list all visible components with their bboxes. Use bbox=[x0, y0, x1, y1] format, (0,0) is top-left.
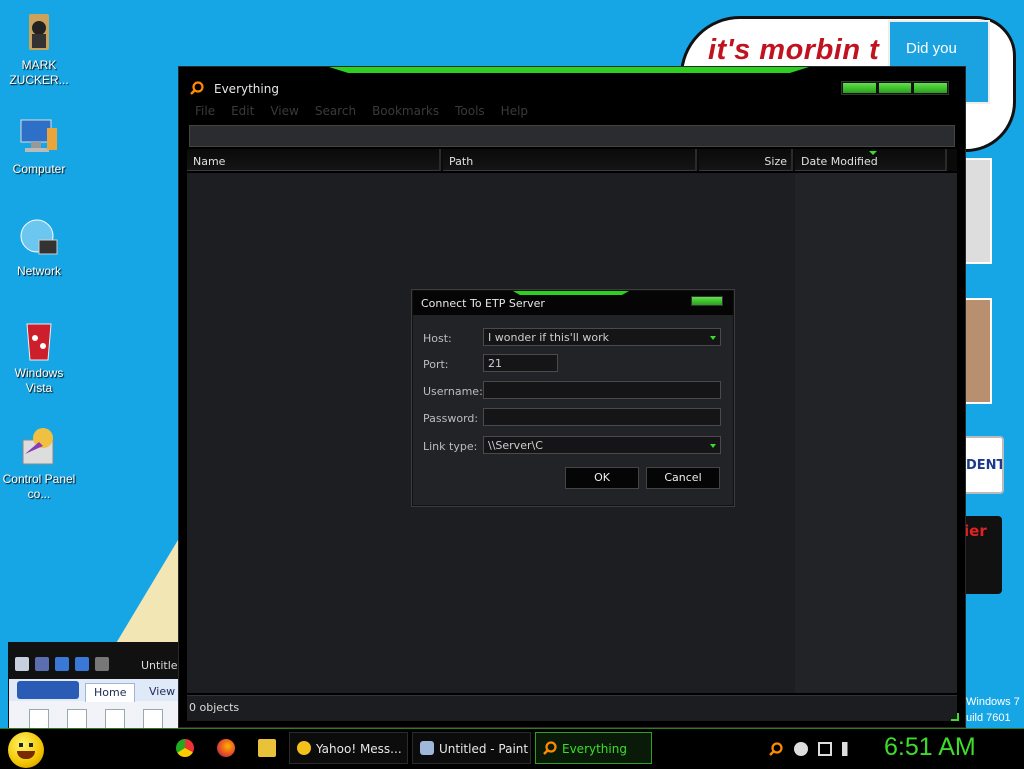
results-date-column bbox=[795, 173, 957, 693]
chrome-icon[interactable] bbox=[176, 739, 194, 757]
resize-grip-icon[interactable] bbox=[951, 713, 959, 721]
port-label: Port: bbox=[423, 358, 449, 371]
menu-file[interactable]: File bbox=[187, 101, 223, 121]
dialog-top-glow bbox=[513, 291, 629, 295]
taskbar-yahoo-messenger[interactable]: Yahoo! Mess... bbox=[289, 732, 408, 764]
quick-access-toolbar bbox=[15, 657, 109, 671]
window-title: Everything bbox=[214, 82, 279, 96]
paint-window[interactable]: Untitled Home View bbox=[8, 642, 185, 734]
menu-search[interactable]: Search bbox=[307, 101, 364, 121]
host-value: I wonder if this'll work bbox=[488, 331, 609, 344]
crop-icon[interactable] bbox=[143, 709, 163, 729]
results-header: Name Path Size Date Modified bbox=[187, 149, 957, 171]
status-bar: 0 objects bbox=[187, 695, 957, 721]
save-icon[interactable] bbox=[35, 657, 49, 671]
link-type-select[interactable]: \\Server\C bbox=[483, 436, 721, 454]
recycle-bin-icon bbox=[17, 318, 61, 362]
host-combobox[interactable]: I wonder if this'll work bbox=[483, 328, 721, 346]
network-tray-icon[interactable] bbox=[818, 742, 832, 756]
cut-icon[interactable] bbox=[67, 709, 87, 729]
paint-menu-button[interactable] bbox=[17, 681, 79, 699]
paint-icon bbox=[420, 741, 434, 755]
smiley-eyes-icon bbox=[19, 743, 33, 747]
background-student-sign: DENT bbox=[962, 436, 1004, 494]
menu-view[interactable]: View bbox=[262, 101, 306, 121]
password-field[interactable] bbox=[483, 408, 721, 426]
ok-button[interactable]: OK bbox=[565, 467, 639, 489]
sort-indicator-icon bbox=[869, 151, 877, 155]
yahoo-smiley-icon bbox=[297, 741, 311, 755]
desktop-icon-control-panel[interactable]: Control Panel co... bbox=[0, 424, 78, 502]
connect-etp-dialog[interactable]: Connect To ETP Server Host: I wonder if … bbox=[412, 290, 734, 506]
computer-icon bbox=[17, 114, 61, 158]
folder-icon bbox=[17, 10, 61, 54]
desktop-icon-mark-zucker[interactable]: MARK ZUCKER... bbox=[0, 10, 78, 88]
window-controls bbox=[841, 81, 949, 95]
taskbar-everything[interactable]: Everything bbox=[535, 732, 652, 764]
desktop-icon-network[interactable]: Network bbox=[0, 216, 78, 279]
background-red-sign: ier bbox=[960, 516, 1002, 594]
background-morbin-text: it's morbin t bbox=[708, 34, 880, 66]
username-field[interactable] bbox=[483, 381, 721, 399]
username-label: Username: bbox=[423, 385, 483, 398]
password-label: Password: bbox=[423, 412, 479, 425]
network-globe-icon bbox=[17, 216, 61, 260]
cancel-button[interactable]: Cancel bbox=[646, 467, 720, 489]
customize-dropdown-icon[interactable] bbox=[95, 657, 109, 671]
messenger-tray-icon[interactable] bbox=[794, 742, 808, 756]
undo-icon[interactable] bbox=[55, 657, 69, 671]
tab-home[interactable]: Home bbox=[85, 683, 136, 702]
start-button[interactable] bbox=[8, 732, 44, 768]
paint-tools bbox=[29, 709, 163, 729]
menu-help[interactable]: Help bbox=[493, 101, 536, 121]
background-photo bbox=[962, 298, 992, 404]
folder-icon[interactable] bbox=[258, 739, 276, 757]
port-field[interactable]: 21 bbox=[483, 354, 558, 372]
column-path[interactable]: Path bbox=[443, 149, 697, 171]
control-panel-icon bbox=[17, 424, 61, 468]
background-photo bbox=[962, 158, 992, 264]
everything-logo-icon bbox=[543, 741, 557, 755]
maximize-button[interactable] bbox=[878, 83, 912, 93]
taskbar: Yahoo! Mess... Untitled - Paint Everythi… bbox=[0, 728, 1024, 769]
host-label: Host: bbox=[423, 332, 452, 345]
menu-edit[interactable]: Edit bbox=[223, 101, 262, 121]
paint-app-icon bbox=[15, 657, 29, 671]
tab-view[interactable]: View bbox=[141, 683, 183, 701]
minimize-button[interactable] bbox=[843, 83, 876, 93]
close-button[interactable] bbox=[914, 83, 948, 93]
column-size[interactable]: Size bbox=[699, 149, 793, 171]
desktop-icon-windows-vista[interactable]: Windows Vista bbox=[0, 318, 78, 396]
paste-icon[interactable] bbox=[29, 709, 49, 729]
search-input[interactable] bbox=[189, 125, 955, 147]
paint-titlebar[interactable]: Untitled bbox=[9, 643, 185, 683]
chevron-down-icon[interactable] bbox=[710, 336, 716, 340]
dialog-close-button[interactable] bbox=[691, 296, 723, 306]
window-top-glow bbox=[329, 67, 809, 73]
volume-icon[interactable] bbox=[842, 742, 856, 756]
chevron-down-icon[interactable] bbox=[710, 444, 716, 448]
link-type-label: Link type: bbox=[423, 440, 478, 453]
everything-logo-icon bbox=[190, 81, 204, 95]
taskbar-paint[interactable]: Untitled - Paint bbox=[412, 732, 531, 764]
select-icon[interactable] bbox=[105, 709, 125, 729]
dialog-title: Connect To ETP Server bbox=[421, 297, 545, 310]
menu-bookmarks[interactable]: Bookmarks bbox=[364, 101, 447, 121]
desktop-icon-computer[interactable]: Computer bbox=[0, 114, 78, 177]
redo-icon[interactable] bbox=[75, 657, 89, 671]
everything-tray-icon[interactable] bbox=[769, 742, 783, 756]
menu-tools[interactable]: Tools bbox=[447, 101, 493, 121]
column-name[interactable]: Name bbox=[187, 149, 441, 171]
firefox-icon[interactable] bbox=[217, 739, 235, 757]
menu-bar: File Edit View Search Bookmarks Tools He… bbox=[187, 101, 957, 121]
clock[interactable]: 6:51 AM bbox=[884, 733, 976, 762]
smiley-mouth-icon bbox=[17, 751, 35, 759]
link-type-value: \\Server\C bbox=[488, 439, 543, 452]
windows-build-watermark: Windows 7 uild 7601 bbox=[966, 696, 1020, 724]
